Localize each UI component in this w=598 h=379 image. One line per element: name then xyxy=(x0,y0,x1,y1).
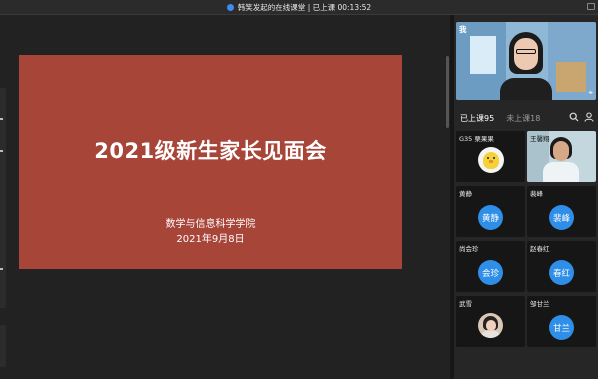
participant-tile[interactable]: 尚会珍 会珍 xyxy=(456,241,525,292)
self-video[interactable]: 我 ⌖ xyxy=(456,22,596,100)
pin-icon[interactable]: ⌖ xyxy=(588,88,593,98)
tab-not-joined[interactable]: 未上课18 xyxy=(506,113,540,124)
participant-tile[interactable]: 王馨翔 xyxy=(527,131,596,182)
avatar: 裴峰 xyxy=(549,205,574,230)
participant-tile[interactable]: 邹甘兰 甘兰 xyxy=(527,296,596,347)
slide-date: 2021年9月8日 xyxy=(176,234,245,245)
participant-name: G35 栗果果 xyxy=(459,135,494,143)
participant-tile[interactable]: 赵春红 春红 xyxy=(527,241,596,292)
slide-subtitle-block: 数学与信息科学学院 2021年9月8日 xyxy=(19,217,402,247)
participant-name: 尚会珍 xyxy=(459,245,479,253)
left-toolbar-bottom[interactable] xyxy=(0,325,6,367)
search-icon[interactable] xyxy=(569,112,579,122)
attendance-tabs: 已上课95 未上课18 xyxy=(460,113,540,124)
toolbar-mark-icon xyxy=(0,118,3,120)
avatar: 甘兰 xyxy=(549,315,574,340)
shared-slide: 2021级新生家长见面会 数学与信息科学学院 2021年9月8日 xyxy=(19,55,402,269)
participant-name: 赵春红 xyxy=(530,245,550,253)
slide-title: 2021级新生家长见面会 xyxy=(94,139,327,163)
slide-subtitle: 数学与信息科学学院 xyxy=(165,219,256,230)
participant-tile[interactable]: 武雪 xyxy=(456,296,525,347)
participant-name: 王馨翔 xyxy=(530,135,550,143)
live-class-icon xyxy=(226,3,234,11)
participant-tile[interactable]: 裴峰 裴峰 xyxy=(527,186,596,237)
scroll-handle[interactable] xyxy=(446,56,449,128)
participant-name: 裴峰 xyxy=(530,190,543,198)
user-icon[interactable] xyxy=(584,112,594,122)
participant-name: 邹甘兰 xyxy=(530,300,550,308)
left-toolbar[interactable] xyxy=(0,88,6,308)
toolbar-mark-icon xyxy=(0,150,3,152)
window-titlebar: 韩笑发起的在线课堂 | 已上课 00:13:52 xyxy=(0,0,598,15)
participant-name: 黄静 xyxy=(459,190,472,198)
toolbar-mark-icon xyxy=(0,268,3,270)
avatar: 黄静 xyxy=(478,205,503,230)
avatar: 会珍 xyxy=(478,260,503,285)
tab-joined[interactable]: 已上课95 xyxy=(460,113,494,124)
avatar: 春红 xyxy=(549,260,574,285)
window-resize-icon[interactable] xyxy=(587,3,595,10)
photo-avatar xyxy=(478,313,503,338)
participant-name: 武雪 xyxy=(459,300,472,308)
window-title: 韩笑发起的在线课堂 | 已上课 00:13:52 xyxy=(237,2,372,12)
self-video-label: 我 xyxy=(459,25,467,34)
participant-tile[interactable]: G35 栗果果 xyxy=(456,131,525,182)
chick-avatar-icon xyxy=(478,147,504,173)
participant-tile[interactable]: 黄静 黄静 xyxy=(456,186,525,237)
